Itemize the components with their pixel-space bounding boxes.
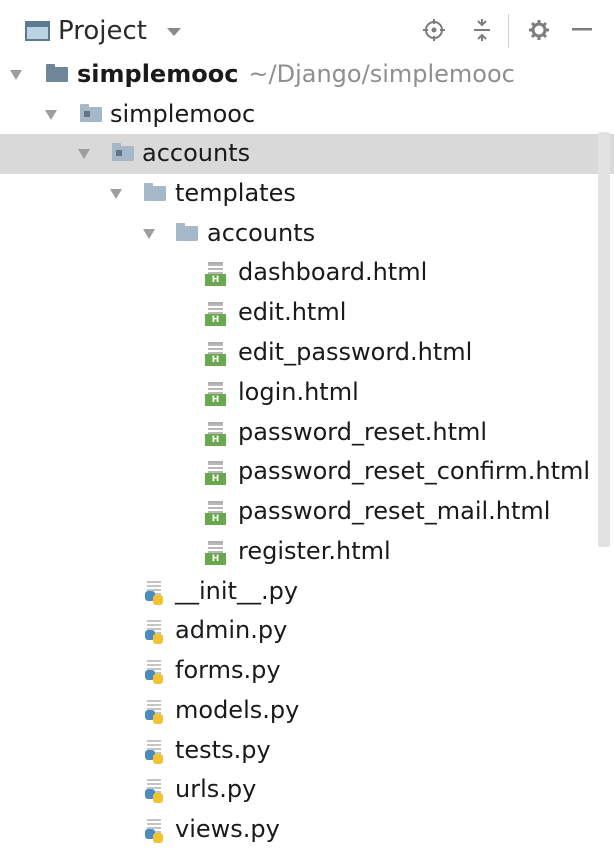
html-file-icon: H (205, 422, 226, 446)
file-name: dashboard.html (238, 258, 428, 286)
tree-node-label: simplemooc (110, 100, 256, 128)
file-name: edit.html (238, 298, 347, 326)
file-name: password_reset.html (238, 418, 488, 446)
python-file-icon (143, 819, 165, 843)
tree-node-file[interactable]: views.py (0, 810, 614, 850)
expand-arrow-icon[interactable] (45, 110, 57, 120)
file-name: models.py (175, 696, 300, 724)
file-name: edit_password.html (238, 338, 473, 366)
tree-node-file[interactable]: models.py (0, 691, 614, 731)
tree-node-label: templates (175, 179, 296, 207)
tree-node-file[interactable]: urls.py (0, 770, 614, 810)
file-name: urls.py (175, 775, 257, 803)
file-name: __init__.py (175, 577, 299, 605)
tree-node-file[interactable]: __init__.py (0, 572, 614, 612)
python-file-icon (143, 779, 165, 803)
tree-node-file[interactable]: H password_reset_confirm.html (0, 452, 614, 492)
tree-node-simplemooc[interactable]: simplemooc (0, 95, 614, 135)
tree-node-root[interactable]: simplemooc ~/Django/simplemooc (0, 55, 614, 95)
tree-node-templates[interactable]: templates (0, 174, 614, 214)
python-file-icon (143, 660, 165, 684)
html-file-icon: H (205, 262, 226, 286)
folder-icon (176, 223, 198, 241)
file-name: password_reset_mail.html (238, 497, 551, 525)
tree-node-file[interactable]: H register.html (0, 532, 614, 572)
toolbar-divider (508, 14, 509, 48)
expand-arrow-icon[interactable] (110, 189, 122, 199)
package-folder-icon (80, 104, 102, 122)
tree-node-file[interactable]: admin.py (0, 611, 614, 651)
collapse-all-icon[interactable] (466, 14, 498, 46)
tree-node-file[interactable]: H password_reset.html (0, 413, 614, 453)
package-folder-icon (112, 143, 134, 161)
tree-node-file[interactable]: H edit_password.html (0, 333, 614, 373)
python-file-icon (143, 581, 165, 605)
project-folder-icon (46, 64, 68, 82)
project-view-selector[interactable]: Project (58, 15, 147, 47)
project-window-icon (25, 21, 50, 41)
vertical-scrollbar[interactable] (598, 132, 610, 547)
python-file-icon (143, 740, 165, 764)
root-path-hint: ~/Django/simplemooc (248, 60, 515, 88)
tree-node-file[interactable]: H password_reset_mail.html (0, 492, 614, 532)
file-name: password_reset_confirm.html (238, 457, 591, 485)
project-toolbar: Project (0, 0, 614, 60)
tree-node-accounts[interactable]: accounts (0, 134, 614, 174)
python-file-icon (143, 620, 165, 644)
minimize-icon[interactable] (566, 14, 598, 46)
folder-icon (144, 183, 166, 201)
tree-node-file[interactable]: H login.html (0, 373, 614, 413)
file-name: login.html (238, 378, 359, 406)
html-file-icon: H (205, 541, 226, 565)
file-name: tests.py (175, 736, 271, 764)
tree-node-label: simplemooc ~/Django/simplemooc (77, 57, 515, 91)
html-file-icon: H (205, 342, 226, 366)
expand-arrow-icon[interactable] (143, 229, 155, 239)
html-file-icon: H (205, 461, 226, 485)
tree-node-file[interactable]: H edit.html (0, 293, 614, 333)
tree-node-file[interactable]: H dashboard.html (0, 253, 614, 293)
tree-node-file[interactable]: tests.py (0, 731, 614, 771)
settings-icon[interactable] (523, 14, 555, 46)
html-file-icon: H (205, 382, 226, 406)
expand-arrow-icon[interactable] (10, 70, 22, 80)
locate-icon[interactable] (418, 14, 450, 46)
tree-node-label: accounts (142, 139, 251, 167)
html-file-icon: H (205, 302, 226, 326)
file-name: register.html (238, 537, 391, 565)
tree-node-file[interactable]: forms.py (0, 651, 614, 691)
expand-arrow-icon[interactable] (78, 149, 90, 159)
file-name: admin.py (175, 616, 288, 644)
chevron-down-icon[interactable] (167, 28, 181, 36)
root-folder-name: simplemooc (77, 60, 239, 88)
tree-node-templates-accounts[interactable]: accounts (0, 214, 614, 254)
python-file-icon (143, 700, 165, 724)
html-file-icon: H (205, 501, 226, 525)
file-name: forms.py (175, 656, 281, 684)
tree-node-label: accounts (207, 219, 316, 247)
file-name: views.py (175, 815, 280, 843)
